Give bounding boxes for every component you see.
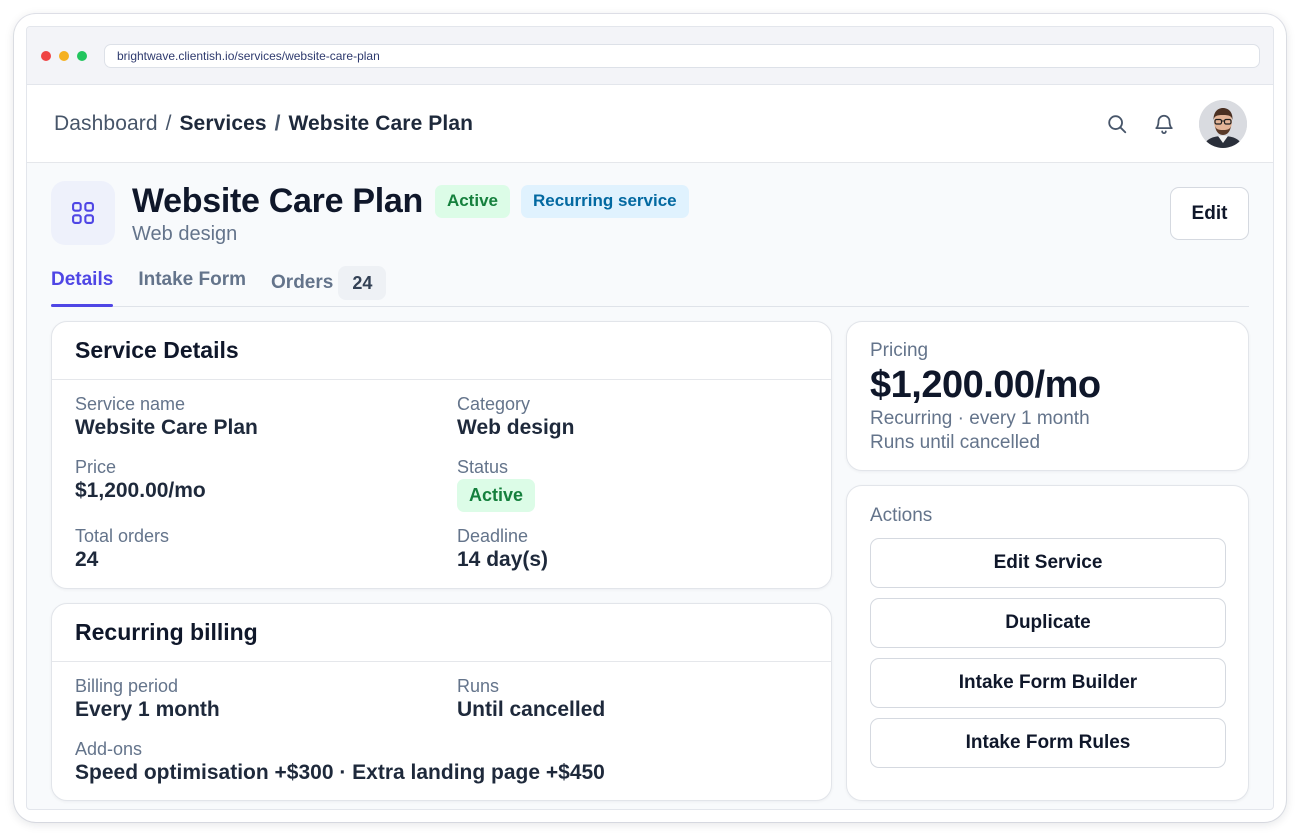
pricing-card: Pricing $1,200.00/mo Recurring · every 1… bbox=[846, 321, 1249, 471]
actions-label: Actions bbox=[870, 505, 933, 526]
duplicate-button[interactable]: Duplicate bbox=[870, 598, 1226, 648]
breadcrumb-dashboard[interactable]: Dashboard bbox=[54, 112, 158, 135]
field-value: 14 day(s) bbox=[457, 548, 549, 571]
field-billing-period: Billing period Every 1 month bbox=[75, 675, 457, 738]
field-deadline: Deadline 14 day(s) bbox=[457, 525, 808, 588]
notifications-button[interactable] bbox=[1150, 110, 1178, 138]
field-label: Runs bbox=[457, 676, 500, 696]
tab-intake-form[interactable]: Intake Form bbox=[138, 254, 246, 306]
window-frame: brightwave.clientish.io/services/website… bbox=[14, 14, 1286, 822]
left-column: Service Details Service name Website Car… bbox=[51, 321, 832, 801]
page-subtitle: Web design bbox=[132, 223, 238, 245]
field-value: Until cancelled bbox=[457, 698, 606, 721]
orders-count-badge: 24 bbox=[338, 266, 387, 300]
pricing-recurrence: Recurring · every 1 month bbox=[870, 408, 1090, 429]
field-label: Total orders bbox=[75, 526, 170, 546]
topbar-actions bbox=[1103, 99, 1247, 148]
tab-details[interactable]: Details bbox=[51, 254, 114, 307]
field-label: Price bbox=[75, 457, 117, 477]
window-controls bbox=[41, 50, 87, 61]
field-label: Status bbox=[457, 457, 509, 477]
pricing-amount: $1,200.00/mo bbox=[870, 364, 1101, 406]
field-total-orders: Total orders 24 bbox=[75, 525, 457, 588]
bell-icon bbox=[1155, 114, 1173, 134]
field-value: Website Care Plan bbox=[75, 416, 258, 439]
breadcrumb-current: Website Care Plan bbox=[288, 111, 474, 135]
content-columns: Service Details Service name Website Car… bbox=[51, 321, 1249, 801]
breadcrumb-services[interactable]: Services bbox=[179, 112, 266, 135]
breadcrumb-separator: / bbox=[165, 111, 172, 135]
actions-card: Actions Edit Service Duplicate Intake Fo… bbox=[846, 485, 1249, 801]
address-bar[interactable]: brightwave.clientish.io/services/website… bbox=[104, 43, 1260, 68]
intake-form-rules-button[interactable]: Intake Form Rules bbox=[870, 718, 1226, 768]
tab-label: Intake Form bbox=[138, 269, 247, 290]
edit-button[interactable]: Edit bbox=[1170, 187, 1249, 240]
search-button[interactable] bbox=[1103, 110, 1131, 138]
breadcrumb-separator: / bbox=[274, 111, 281, 135]
field-value: Web design bbox=[457, 416, 575, 439]
maximize-window-dot[interactable] bbox=[77, 50, 87, 61]
field-price: Price $1,200.00/mo bbox=[75, 456, 457, 525]
avatar-portrait bbox=[1199, 99, 1247, 148]
field-category: Category Web design bbox=[457, 393, 808, 456]
tab-bar: Details Intake Form Orders 24 bbox=[51, 255, 1249, 307]
user-avatar[interactable] bbox=[1199, 99, 1247, 148]
field-value: $1,200.00/mo bbox=[75, 479, 206, 502]
title-row: Website Care Plan Active Recurring servi… bbox=[132, 181, 689, 221]
field-runs: Runs Until cancelled bbox=[457, 675, 808, 738]
edit-service-button[interactable]: Edit Service bbox=[870, 538, 1226, 588]
grid-icon bbox=[72, 202, 94, 224]
field-status: Status Active bbox=[457, 456, 808, 525]
pricing-label: Pricing bbox=[870, 340, 929, 361]
tab-orders[interactable]: Orders 24 bbox=[271, 254, 387, 306]
search-icon bbox=[1108, 114, 1127, 133]
right-column: Pricing $1,200.00/mo Recurring · every 1… bbox=[846, 321, 1249, 801]
app-topbar: Dashboard / Services / Website Care Plan bbox=[27, 85, 1273, 163]
service-page: Website Care Plan Active Recurring servi… bbox=[27, 163, 1273, 801]
service-details-grid: Service name Website Care Plan Category … bbox=[52, 380, 831, 602]
card-heading: Recurring billing bbox=[52, 604, 831, 662]
service-header: Website Care Plan Active Recurring servi… bbox=[51, 163, 1249, 255]
tab-label: Orders bbox=[271, 272, 334, 293]
field-label: Add-ons bbox=[75, 739, 143, 759]
address-bar-url: brightwave.clientish.io/services/website… bbox=[117, 48, 380, 63]
field-service-name: Service name Website Care Plan bbox=[75, 393, 457, 456]
field-label: Category bbox=[457, 394, 531, 414]
close-window-dot[interactable] bbox=[41, 50, 51, 61]
service-icon-tile bbox=[51, 181, 115, 245]
status-badge: Active bbox=[434, 184, 510, 218]
field-label: Deadline bbox=[457, 526, 529, 546]
browser-window: brightwave.clientish.io/services/website… bbox=[26, 26, 1274, 810]
intake-form-builder-button[interactable]: Intake Form Builder bbox=[870, 658, 1226, 708]
field-value: Speed optimisation +$300 · Extra landing… bbox=[75, 761, 605, 784]
page-title: Website Care Plan bbox=[132, 181, 423, 220]
billing-grid: Billing period Every 1 month Runs Until … bbox=[52, 662, 831, 809]
pricing-duration: Runs until cancelled bbox=[870, 432, 1041, 453]
card-heading: Service Details bbox=[52, 322, 831, 380]
field-label: Service name bbox=[75, 394, 186, 414]
breadcrumb: Dashboard / Services / Website Care Plan bbox=[54, 112, 473, 136]
title-block: Website Care Plan Active Recurring servi… bbox=[132, 181, 689, 246]
field-addons: Add-ons Speed optimisation +$300 · Extra… bbox=[75, 738, 808, 801]
field-label: Billing period bbox=[75, 676, 179, 696]
recurring-billing-card: Recurring billing Billing period Every 1… bbox=[51, 603, 832, 801]
field-value: 24 bbox=[75, 548, 99, 571]
minimize-window-dot[interactable] bbox=[59, 50, 69, 61]
service-type-badge: Recurring service bbox=[520, 184, 689, 218]
service-details-card: Service Details Service name Website Car… bbox=[51, 321, 832, 589]
status-badge: Active bbox=[457, 479, 536, 512]
tab-label: Details bbox=[51, 269, 114, 290]
browser-toolbar: brightwave.clientish.io/services/website… bbox=[27, 27, 1273, 85]
field-value: Every 1 month bbox=[75, 698, 220, 721]
